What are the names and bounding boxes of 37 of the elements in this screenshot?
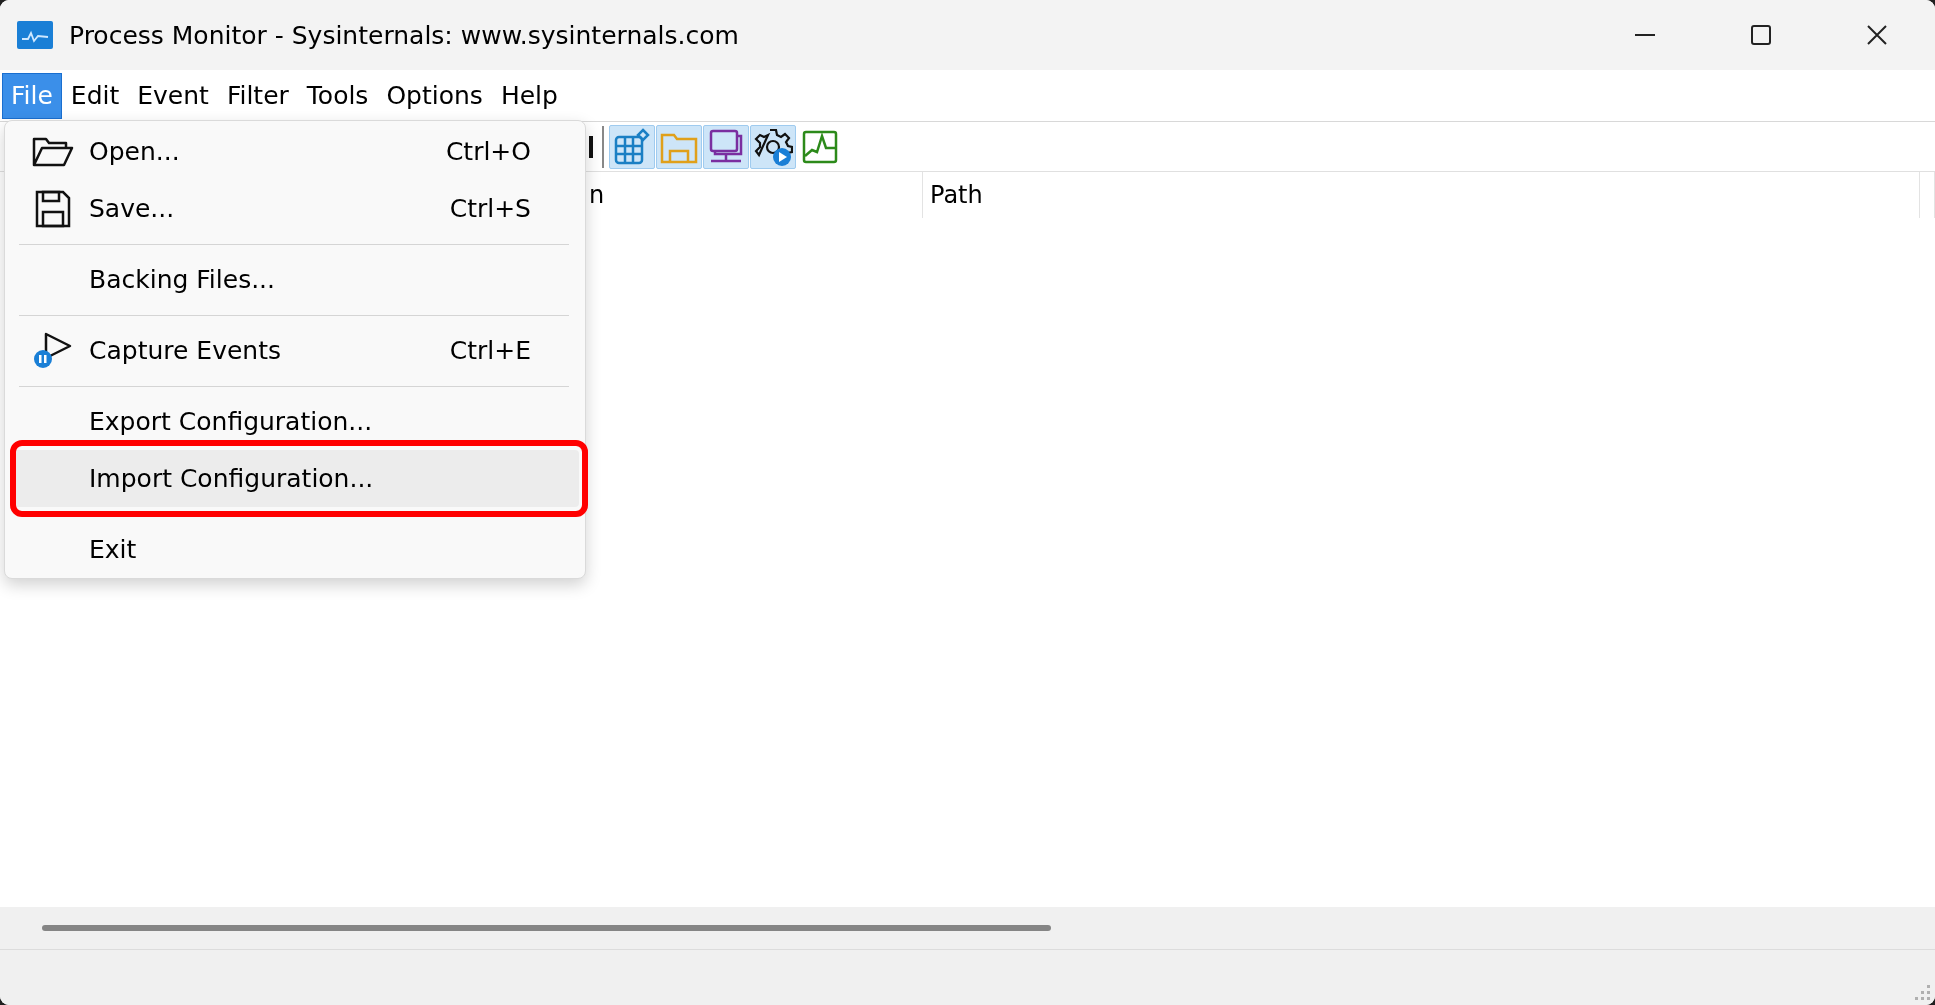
scrollbar-thumb[interactable]: [42, 925, 1051, 931]
menu-option[interactable]: Backing Files...: [11, 251, 579, 308]
menu-item[interactable]: Event: [128, 72, 218, 119]
menu-option[interactable]: Open... Ctrl+O: [11, 123, 579, 180]
menu-option-label: Save...: [89, 194, 175, 223]
app-icon: [15, 19, 55, 51]
toolbar-button[interactable]: [750, 124, 796, 169]
grid-icon: [613, 127, 651, 166]
graph-icon: [802, 129, 838, 164]
menu-item[interactable]: Filter: [217, 72, 298, 119]
folder-icon: [32, 135, 74, 168]
menu-option-label: Export Configuration...: [89, 407, 373, 436]
menu-option-label: Capture Events: [89, 336, 281, 365]
menu-option[interactable]: Capture Events Ctrl+E: [11, 322, 579, 379]
close-icon: [1867, 25, 1887, 45]
shortcut-label: Ctrl+S: [449, 194, 531, 223]
maximize-icon: [1751, 25, 1771, 45]
menu-item[interactable]: Options: [377, 72, 492, 119]
resize-grip-icon[interactable]: [1915, 985, 1931, 1001]
menu-option-label: Exit: [89, 535, 137, 564]
menu-option-label: Import Configuration...: [89, 464, 374, 493]
menu-option[interactable]: Save... Ctrl+S: [11, 180, 579, 237]
capture-icon: [32, 331, 74, 370]
menu-option-label: Open...: [89, 137, 180, 166]
menu-option[interactable]: Exit: [11, 521, 579, 578]
menu-item[interactable]: Help: [491, 72, 567, 119]
menu-item[interactable]: Tools: [297, 72, 378, 119]
toolbar-button[interactable]: [703, 124, 749, 169]
gear-icon: [753, 126, 793, 167]
shortcut-label: Ctrl+O: [445, 137, 531, 166]
menu-option-label: Backing Files...: [89, 265, 275, 294]
menu-item[interactable]: Edit: [61, 72, 129, 119]
shortcut-label: Ctrl+E: [449, 336, 531, 365]
minimize-icon: [1635, 34, 1655, 36]
window-title: Process Monitor - Sysinternals: www.sysinternals.com: [69, 20, 739, 50]
toolbar-icon[interactable]: [589, 135, 593, 158]
menu-option[interactable]: Export Configuration...: [11, 393, 579, 450]
